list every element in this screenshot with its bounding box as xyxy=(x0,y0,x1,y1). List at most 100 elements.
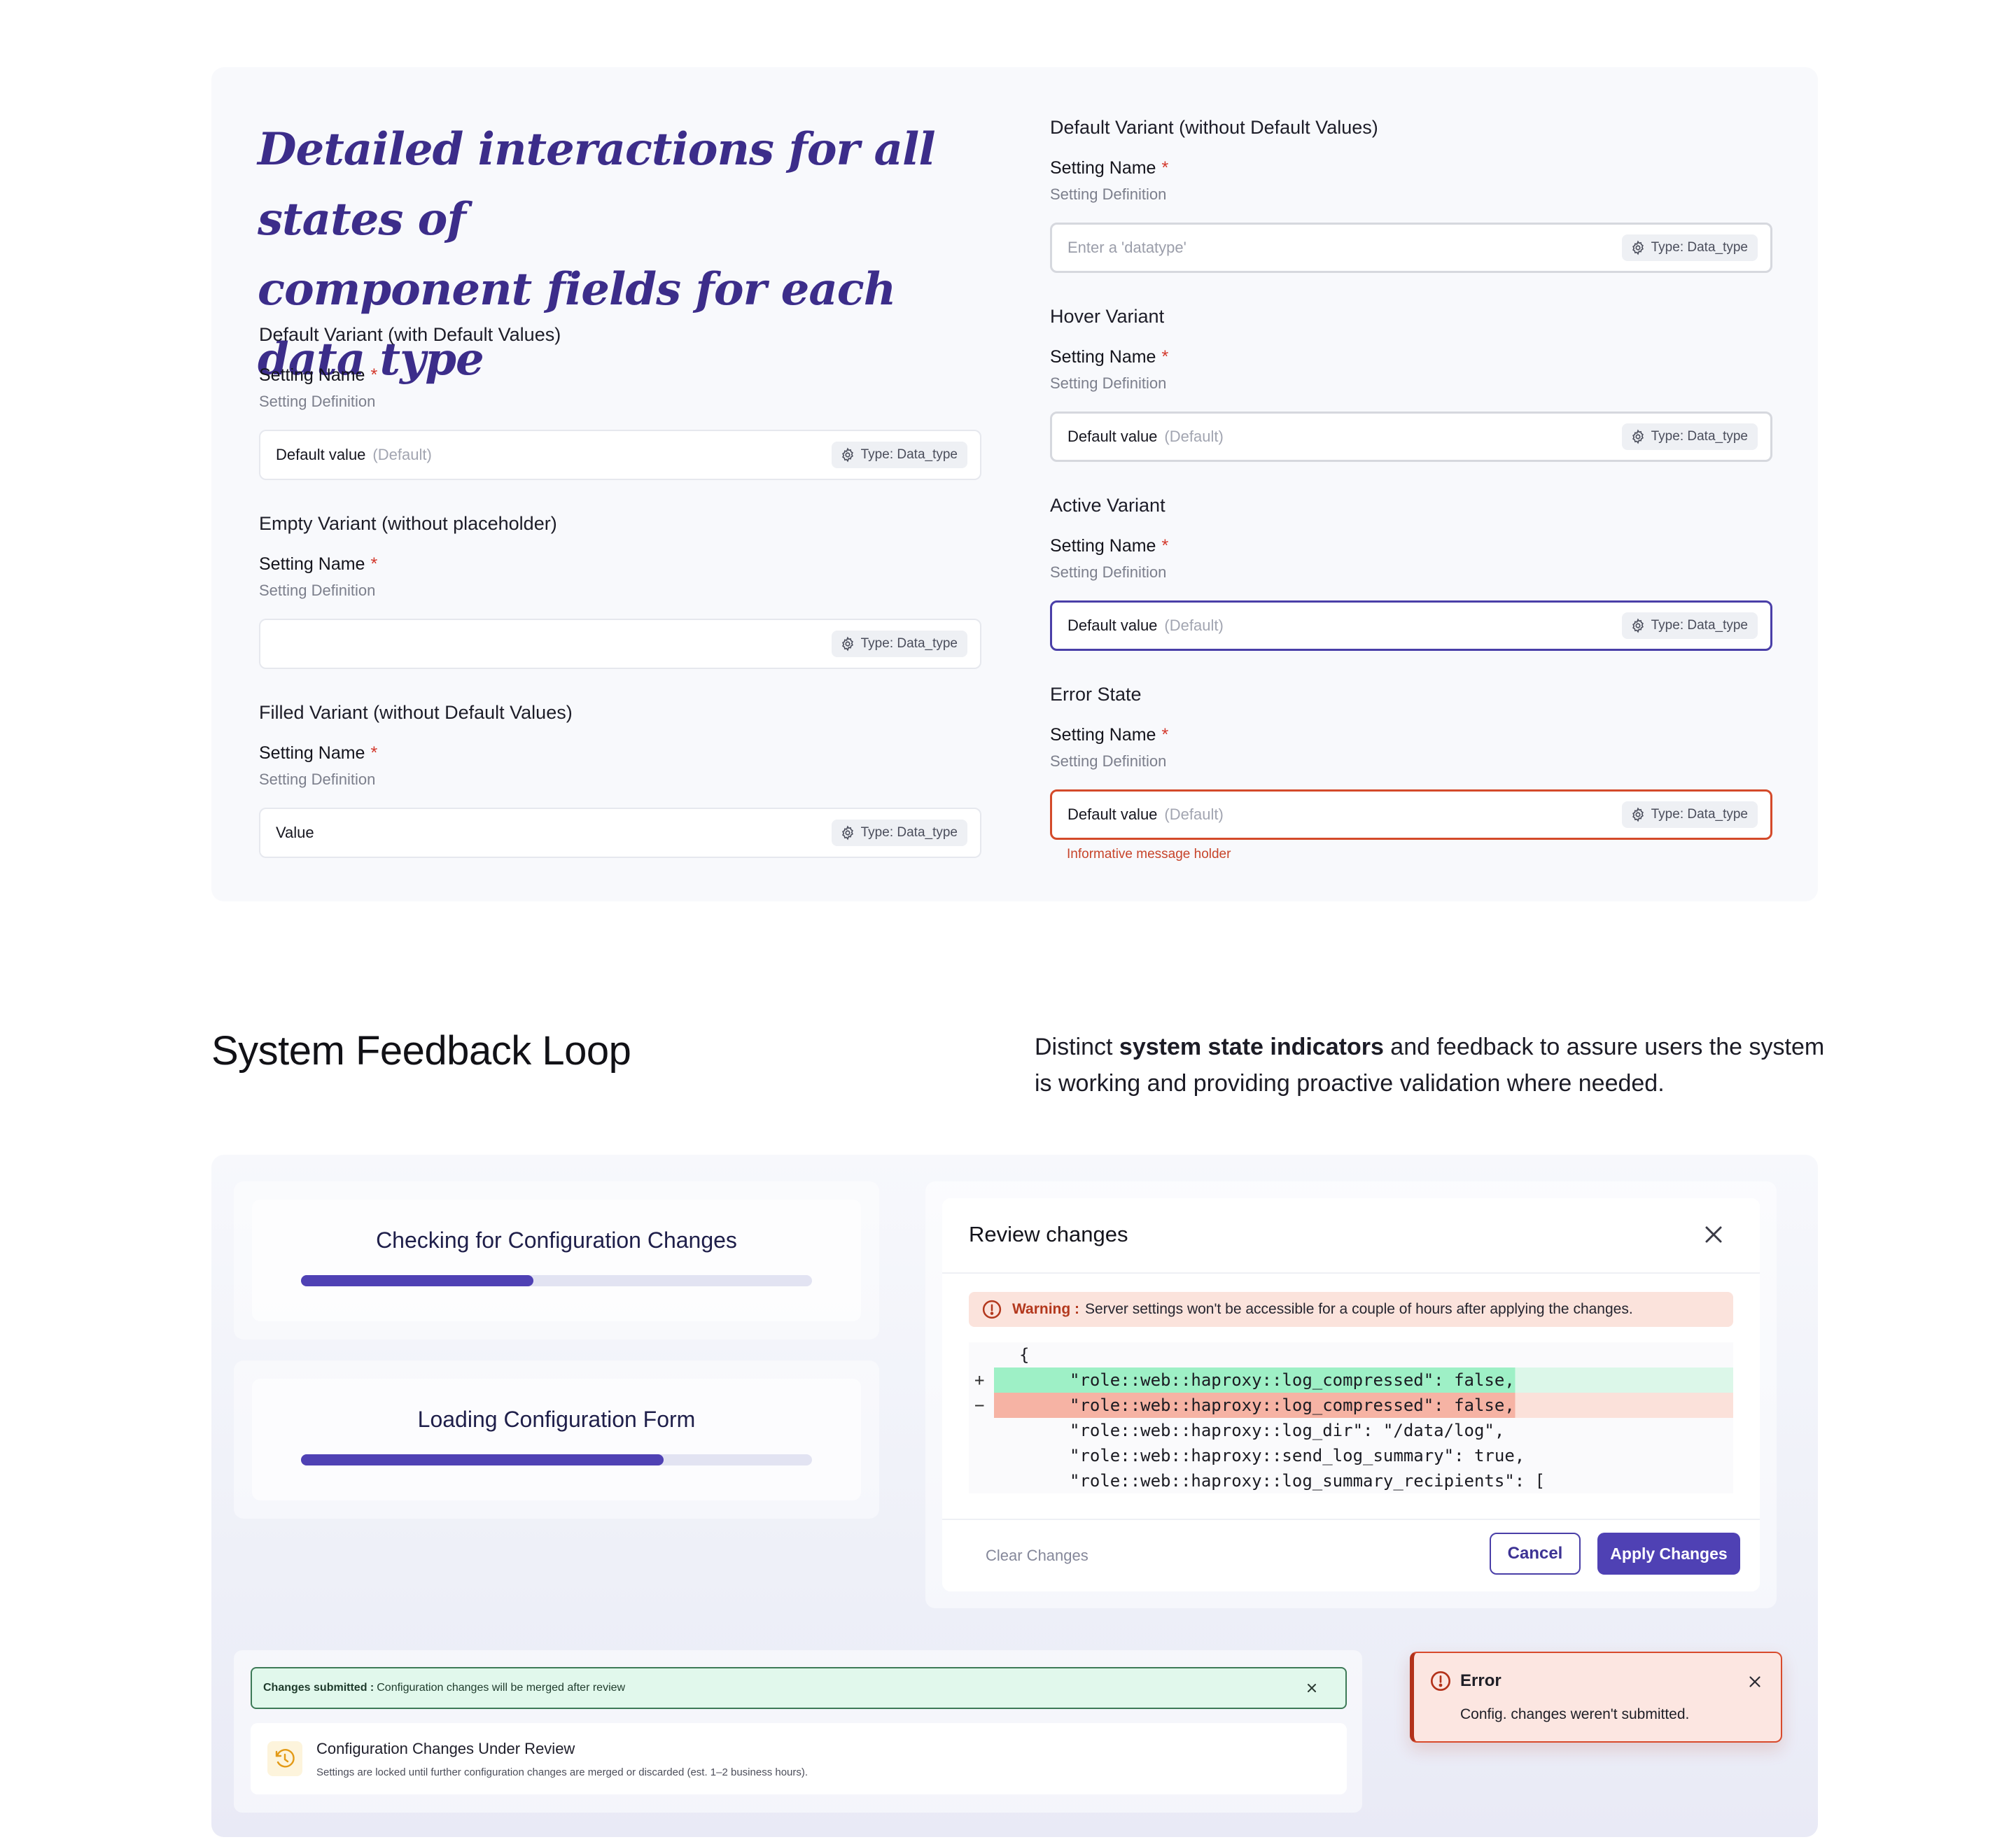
setting-input[interactable]: Default value (Default) Type: Data_type xyxy=(1050,412,1772,462)
section-desc-bold: system state indicators xyxy=(1119,1034,1384,1060)
field-active: Active Variant Setting Name * Setting Def… xyxy=(1050,491,1772,651)
clock-refresh-icon xyxy=(275,1749,295,1768)
error-message: Informative message holder xyxy=(1067,847,1231,862)
setting-name-label: Setting Name xyxy=(259,554,365,574)
setting-name: Setting Name * xyxy=(259,551,981,581)
review-modal: Review changes Warning : Server settings… xyxy=(942,1198,1760,1591)
default-tag: (Default) xyxy=(372,446,432,463)
field-error: Error State Setting Name * Setting Defini… xyxy=(1050,680,1772,862)
close-icon[interactable] xyxy=(1746,1673,1764,1691)
required-marker: * xyxy=(370,365,378,385)
alert-circle-icon xyxy=(982,1300,1002,1319)
input-placeholder: Enter a 'datatype' xyxy=(1068,239,1186,256)
required-marker: * xyxy=(1161,725,1169,745)
setting-input[interactable]: Enter a 'datatype' Type: Data_type xyxy=(1050,223,1772,273)
input-value: Default value xyxy=(276,446,366,463)
required-marker: * xyxy=(370,554,378,574)
setting-name-label: Setting Name xyxy=(1050,347,1156,367)
setting-definition: Setting Definition xyxy=(259,582,376,599)
default-tag: (Default) xyxy=(1164,428,1224,445)
diff-line: "role::web::haproxy::log_summary_recipie… xyxy=(969,1468,1733,1493)
setting-name: Setting Name * xyxy=(1050,155,1772,185)
gear-icon xyxy=(1632,429,1644,444)
under-review-text: Settings are locked until further config… xyxy=(316,1766,808,1778)
diff-line: "role::web::haproxy::log_dir": "/data/lo… xyxy=(969,1418,1733,1443)
setting-definition: Setting Definition xyxy=(1050,185,1167,203)
warning-label: Warning : xyxy=(1012,1301,1080,1317)
section-description: Distinct system state indicators and fee… xyxy=(1035,1029,1833,1102)
config-diff: { + "role::web::haproxy::log_compressed":… xyxy=(969,1342,1733,1493)
diff-text: { xyxy=(1019,1345,1030,1365)
alert-circle-icon xyxy=(1431,1671,1450,1691)
pending-icon-wrapper xyxy=(267,1741,302,1776)
hero-line-1: Detailed interactions for all states of xyxy=(258,123,936,246)
setting-input[interactable]: Default value (Default) Type: Data_type xyxy=(259,430,981,480)
progress-fill xyxy=(301,1454,664,1465)
setting-name: Setting Name * xyxy=(259,740,981,770)
type-badge-label: Type: Data_type xyxy=(860,447,958,462)
variant-title: Active Variant xyxy=(1050,495,1166,516)
diff-text: "role::web::haproxy::log_summary_recipie… xyxy=(1070,1471,1546,1491)
success-toast-text: Configuration changes will be merged aft… xyxy=(377,1682,626,1694)
type-badge-label: Type: Data_type xyxy=(1651,429,1748,444)
setting-name-label: Setting Name xyxy=(259,365,365,385)
type-badge: Type: Data_type xyxy=(1621,801,1758,828)
gear-icon xyxy=(1632,240,1644,255)
success-toast-label: Changes submitted : xyxy=(263,1682,374,1694)
under-review-notice: Configuration Changes Under Review Setti… xyxy=(251,1723,1347,1794)
type-badge: Type: Data_type xyxy=(831,631,967,657)
field-default-without-values: Default Variant (without Default Values)… xyxy=(1050,113,1772,273)
warning-banner: Warning : Server settings won't be acces… xyxy=(969,1292,1733,1327)
required-marker: * xyxy=(1161,536,1169,556)
gear-icon xyxy=(1632,807,1644,822)
setting-input[interactable]: Default value (Default) Type: Data_type xyxy=(1050,600,1772,651)
type-badge: Type: Data_type xyxy=(1621,234,1758,261)
close-icon[interactable] xyxy=(1303,1680,1320,1696)
diff-text: "role::web::haproxy::log_compressed": fa… xyxy=(994,1368,1733,1393)
error-toast-title: Error xyxy=(1460,1671,1502,1690)
setting-definition: Setting Definition xyxy=(259,393,376,410)
gear-icon xyxy=(841,825,853,841)
default-tag: (Default) xyxy=(1164,617,1224,634)
gear-icon xyxy=(841,636,853,652)
progress-label: Checking for Configuration Changes xyxy=(376,1228,737,1253)
type-badge: Type: Data_type xyxy=(1621,612,1758,639)
diff-text: "role::web::haproxy::send_log_summary": … xyxy=(1070,1446,1525,1465)
setting-name: Setting Name * xyxy=(1050,344,1772,374)
diff-line: { xyxy=(969,1342,1733,1368)
error-toast: Error Config. changes weren't submitted. xyxy=(1410,1652,1782,1743)
setting-input[interactable]: Value Type: Data_type xyxy=(259,808,981,858)
field-empty: Empty Variant (without placeholder) Sett… xyxy=(259,509,981,669)
setting-name: Setting Name * xyxy=(259,363,981,392)
success-toast: Changes submitted : Configuration change… xyxy=(251,1667,1347,1709)
input-value: Default value xyxy=(1068,806,1158,823)
close-icon[interactable] xyxy=(1700,1221,1728,1249)
modal-footer-divider xyxy=(942,1519,1760,1520)
feedback-panel: Checking for Configuration Changes Loadi… xyxy=(211,1155,1818,1837)
section-desc-pre: Distinct xyxy=(1035,1034,1119,1060)
setting-input[interactable]: Type: Data_type xyxy=(259,619,981,669)
clear-changes-button[interactable]: Clear Changes xyxy=(986,1547,1088,1565)
diff-marker: + xyxy=(974,1370,985,1390)
type-badge-label: Type: Data_type xyxy=(860,825,958,840)
type-badge: Type: Data_type xyxy=(1621,423,1758,450)
apply-changes-button[interactable]: Apply Changes xyxy=(1597,1533,1740,1575)
setting-input[interactable]: Default value (Default) Type: Data_type xyxy=(1050,789,1772,840)
under-review-title: Configuration Changes Under Review xyxy=(316,1740,575,1757)
type-badge-label: Type: Data_type xyxy=(860,636,958,651)
progress-track xyxy=(301,1454,812,1465)
diff-line-added: + "role::web::haproxy::log_compressed": f… xyxy=(969,1368,1733,1393)
setting-name-label: Setting Name xyxy=(1050,158,1156,178)
variant-title: Default Variant (without Default Values) xyxy=(1050,117,1378,138)
progress-card-checking: Checking for Configuration Changes xyxy=(234,1181,879,1340)
type-badge-label: Type: Data_type xyxy=(1651,240,1748,255)
type-badge-label: Type: Data_type xyxy=(1651,618,1748,633)
cancel-button[interactable]: Cancel xyxy=(1490,1533,1581,1575)
setting-definition: Setting Definition xyxy=(1050,752,1167,770)
setting-definition: Setting Definition xyxy=(1050,374,1167,392)
input-value: Value xyxy=(276,824,314,841)
diff-line-removed: − "role::web::haproxy::log_compressed": f… xyxy=(969,1393,1733,1418)
field-default-with-values: Default Variant (with Default Values) Se… xyxy=(259,321,981,480)
type-badge-label: Type: Data_type xyxy=(1651,807,1748,822)
setting-name: Setting Name * xyxy=(1050,722,1772,752)
